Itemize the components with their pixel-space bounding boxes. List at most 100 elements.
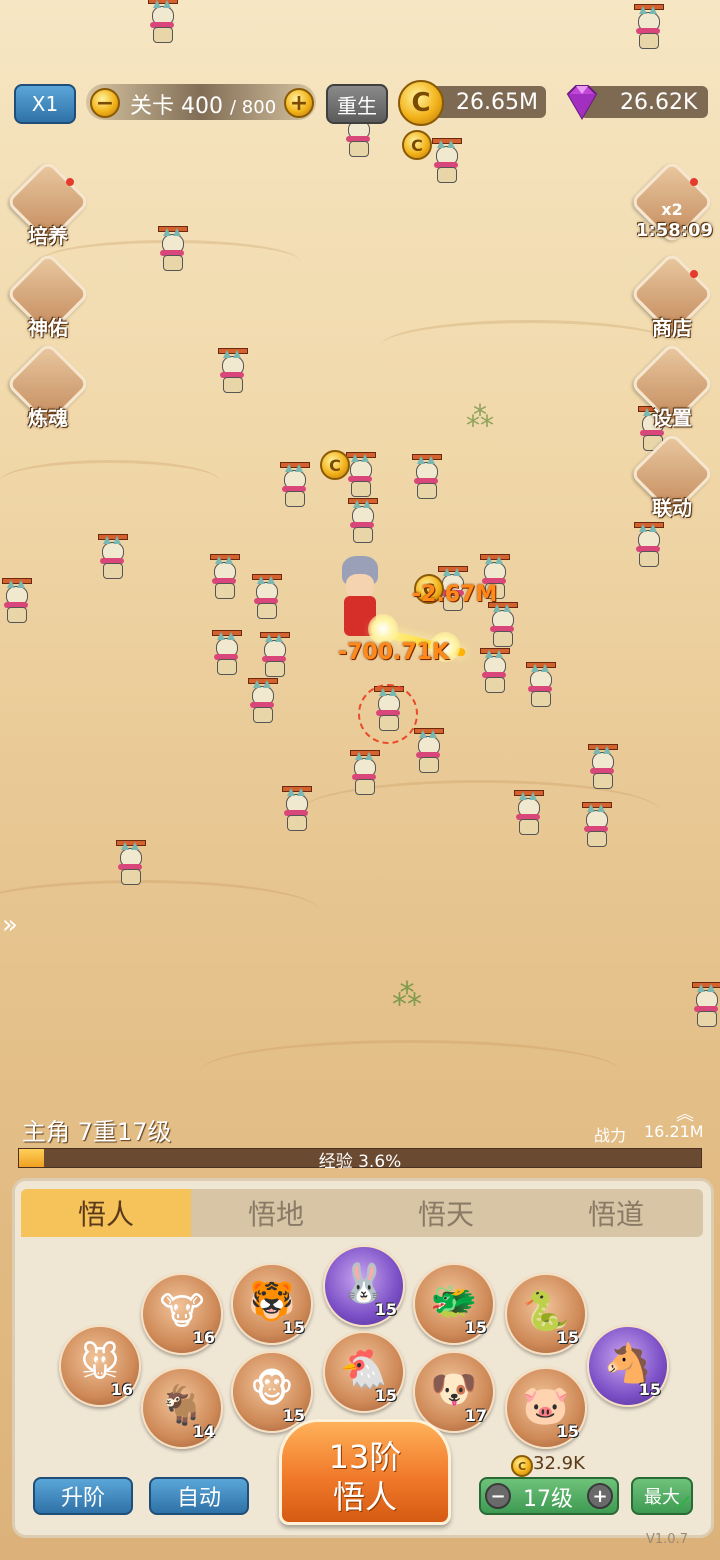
enemy-minion[interactable]	[280, 786, 312, 832]
dropped-coin[interactable]: C	[402, 130, 432, 160]
zodiac-monkey[interactable]: 🐵 15	[231, 1351, 313, 1433]
zodiac-level: 16	[192, 1328, 215, 1347]
rebirth-label: 重生	[337, 93, 377, 118]
stage-prev-button[interactable]: −	[90, 88, 120, 118]
enemy-minion[interactable]	[208, 554, 240, 600]
zodiac-rooster[interactable]: 🐔 15	[323, 1331, 405, 1413]
zodiac-rat[interactable]: 🐭 16	[59, 1325, 141, 1407]
zodiac-level: 15	[374, 1300, 397, 1319]
speed-boost-button[interactable]: x2 1:58:09	[629, 159, 715, 245]
dropped-coin[interactable]: C	[320, 450, 350, 480]
enemy-minion[interactable]	[690, 982, 720, 1028]
boost-timer: 1:58:09	[636, 220, 714, 241]
blessing-button[interactable]: 神佑	[5, 251, 91, 340]
gold-value: 26.65M	[456, 90, 538, 115]
shop-button[interactable]: 商店	[629, 251, 715, 340]
upgrade-tier-button[interactable]: 升阶	[33, 1477, 133, 1515]
zodiac-goat[interactable]: 🐐 14	[141, 1367, 223, 1449]
enemy-minion[interactable]	[632, 4, 664, 50]
sand-dune	[0, 880, 320, 943]
main-upgrade-button[interactable]: 13阶 悟人	[279, 1419, 451, 1525]
enemy-minion[interactable]	[580, 802, 612, 848]
damage-number: -700.71K	[338, 640, 450, 665]
grass-tuft: ⁂	[466, 400, 494, 433]
cultivate-button[interactable]: 培养	[5, 159, 91, 248]
level-decrease-button[interactable]: −	[485, 1483, 511, 1509]
enemy-minion[interactable]	[632, 522, 664, 568]
enemy-minion[interactable]	[586, 744, 618, 790]
zodiac-level: 14	[192, 1422, 215, 1441]
gold-coin-icon: C	[398, 80, 444, 126]
soul-refine-button[interactable]: 炼魂	[5, 341, 91, 430]
sand-dune	[0, 460, 220, 503]
zodiac-dragon[interactable]: 🐲 15	[413, 1263, 495, 1345]
enemy-minion[interactable]	[512, 790, 544, 836]
enemy-minion[interactable]	[478, 648, 510, 694]
enemy-minion[interactable]	[342, 112, 374, 158]
grass-tuft: ⁂	[392, 978, 422, 1013]
hero-title: 主角 7重17级	[22, 1118, 172, 1146]
upgrade-cost: 32.9K	[533, 1453, 585, 1474]
enemy-minion[interactable]	[524, 662, 556, 708]
soul-refine-label: 炼魂	[28, 406, 68, 430]
enemy-minion[interactable]	[114, 840, 146, 886]
ox-icon: 🐮	[159, 1289, 205, 1333]
monkey-icon: 🐵	[250, 1367, 294, 1411]
enemy-minion[interactable]	[146, 0, 178, 44]
enemy-minion[interactable]	[346, 498, 378, 544]
enemy-minion[interactable]	[486, 602, 518, 648]
enemy-minion[interactable]	[156, 226, 188, 272]
speed-toggle-button[interactable]: X1	[14, 84, 76, 124]
power-label: 战力	[594, 1126, 627, 1145]
hero-face	[346, 574, 374, 598]
notification-dot	[66, 178, 74, 186]
skill-panel: 悟人 悟地 悟天 悟道 🐭 16 🐮 16 🐐 14 🐯 15 🐵 15 🐰 15 🐔 15 …	[12, 1178, 714, 1538]
notification-dot	[690, 270, 698, 278]
auto-button[interactable]: 自动	[149, 1477, 249, 1515]
enemy-minion[interactable]	[278, 462, 310, 508]
check-icon: ✓	[675, 1491, 694, 1516]
expand-arrow-icon[interactable]: »	[2, 910, 18, 940]
zodiac-ox[interactable]: 🐮 16	[141, 1273, 223, 1355]
enemy-minion[interactable]	[216, 348, 248, 394]
zodiac-tiger[interactable]: 🐯 15	[231, 1263, 313, 1345]
zodiac-horse[interactable]: 🐴 15	[587, 1325, 669, 1407]
enemy-minion[interactable]	[96, 534, 128, 580]
tab-wudi[interactable]: 悟地	[191, 1189, 361, 1237]
tab-wudao[interactable]: 悟道	[531, 1189, 701, 1237]
enemy-minion[interactable]	[246, 678, 278, 724]
enemy-minion[interactable]	[348, 750, 380, 796]
stage-next-button[interactable]: +	[284, 88, 314, 118]
notification-dot	[690, 178, 698, 186]
level-value: 17级	[523, 1487, 573, 1512]
boost-multiplier: x2	[661, 200, 683, 219]
enemy-minion[interactable]	[210, 630, 242, 676]
zodiac-rabbit[interactable]: 🐰 15	[323, 1245, 405, 1327]
enemy-minion[interactable]	[410, 454, 442, 500]
power-value: 16.21M	[644, 1122, 704, 1141]
version-label: V1.0.7	[646, 1532, 688, 1547]
main-upgrade-line2: 悟人	[332, 1478, 397, 1516]
cultivate-label: 培养	[28, 224, 68, 248]
link-label: 联动	[652, 496, 692, 520]
rebirth-button[interactable]: 重生	[326, 84, 388, 124]
auto-label: 自动	[176, 1486, 221, 1511]
enemy-minion[interactable]	[412, 728, 444, 774]
settings-button[interactable]: 设置	[629, 341, 715, 430]
enemy-minion[interactable]	[430, 138, 462, 184]
zodiac-snake[interactable]: 🐍 15	[505, 1273, 587, 1355]
zodiac-pig[interactable]: 🐷 15	[505, 1367, 587, 1449]
sand-dune	[380, 320, 680, 373]
enemy-minion[interactable]	[0, 578, 32, 624]
enemy-minion[interactable]	[258, 632, 290, 678]
enemy-minion[interactable]	[250, 574, 282, 620]
gem-value: 26.62K	[620, 90, 698, 115]
shop-label: 商店	[652, 316, 692, 340]
tab-wuren[interactable]: 悟人	[21, 1189, 191, 1237]
gem-icon	[560, 80, 604, 124]
level-increase-button[interactable]: +	[587, 1483, 613, 1509]
tab-wutian[interactable]: 悟天	[361, 1189, 531, 1237]
link-button[interactable]: 联动	[629, 431, 715, 520]
zodiac-level: 16	[110, 1380, 133, 1399]
stage-prefix: 关卡	[130, 94, 175, 119]
